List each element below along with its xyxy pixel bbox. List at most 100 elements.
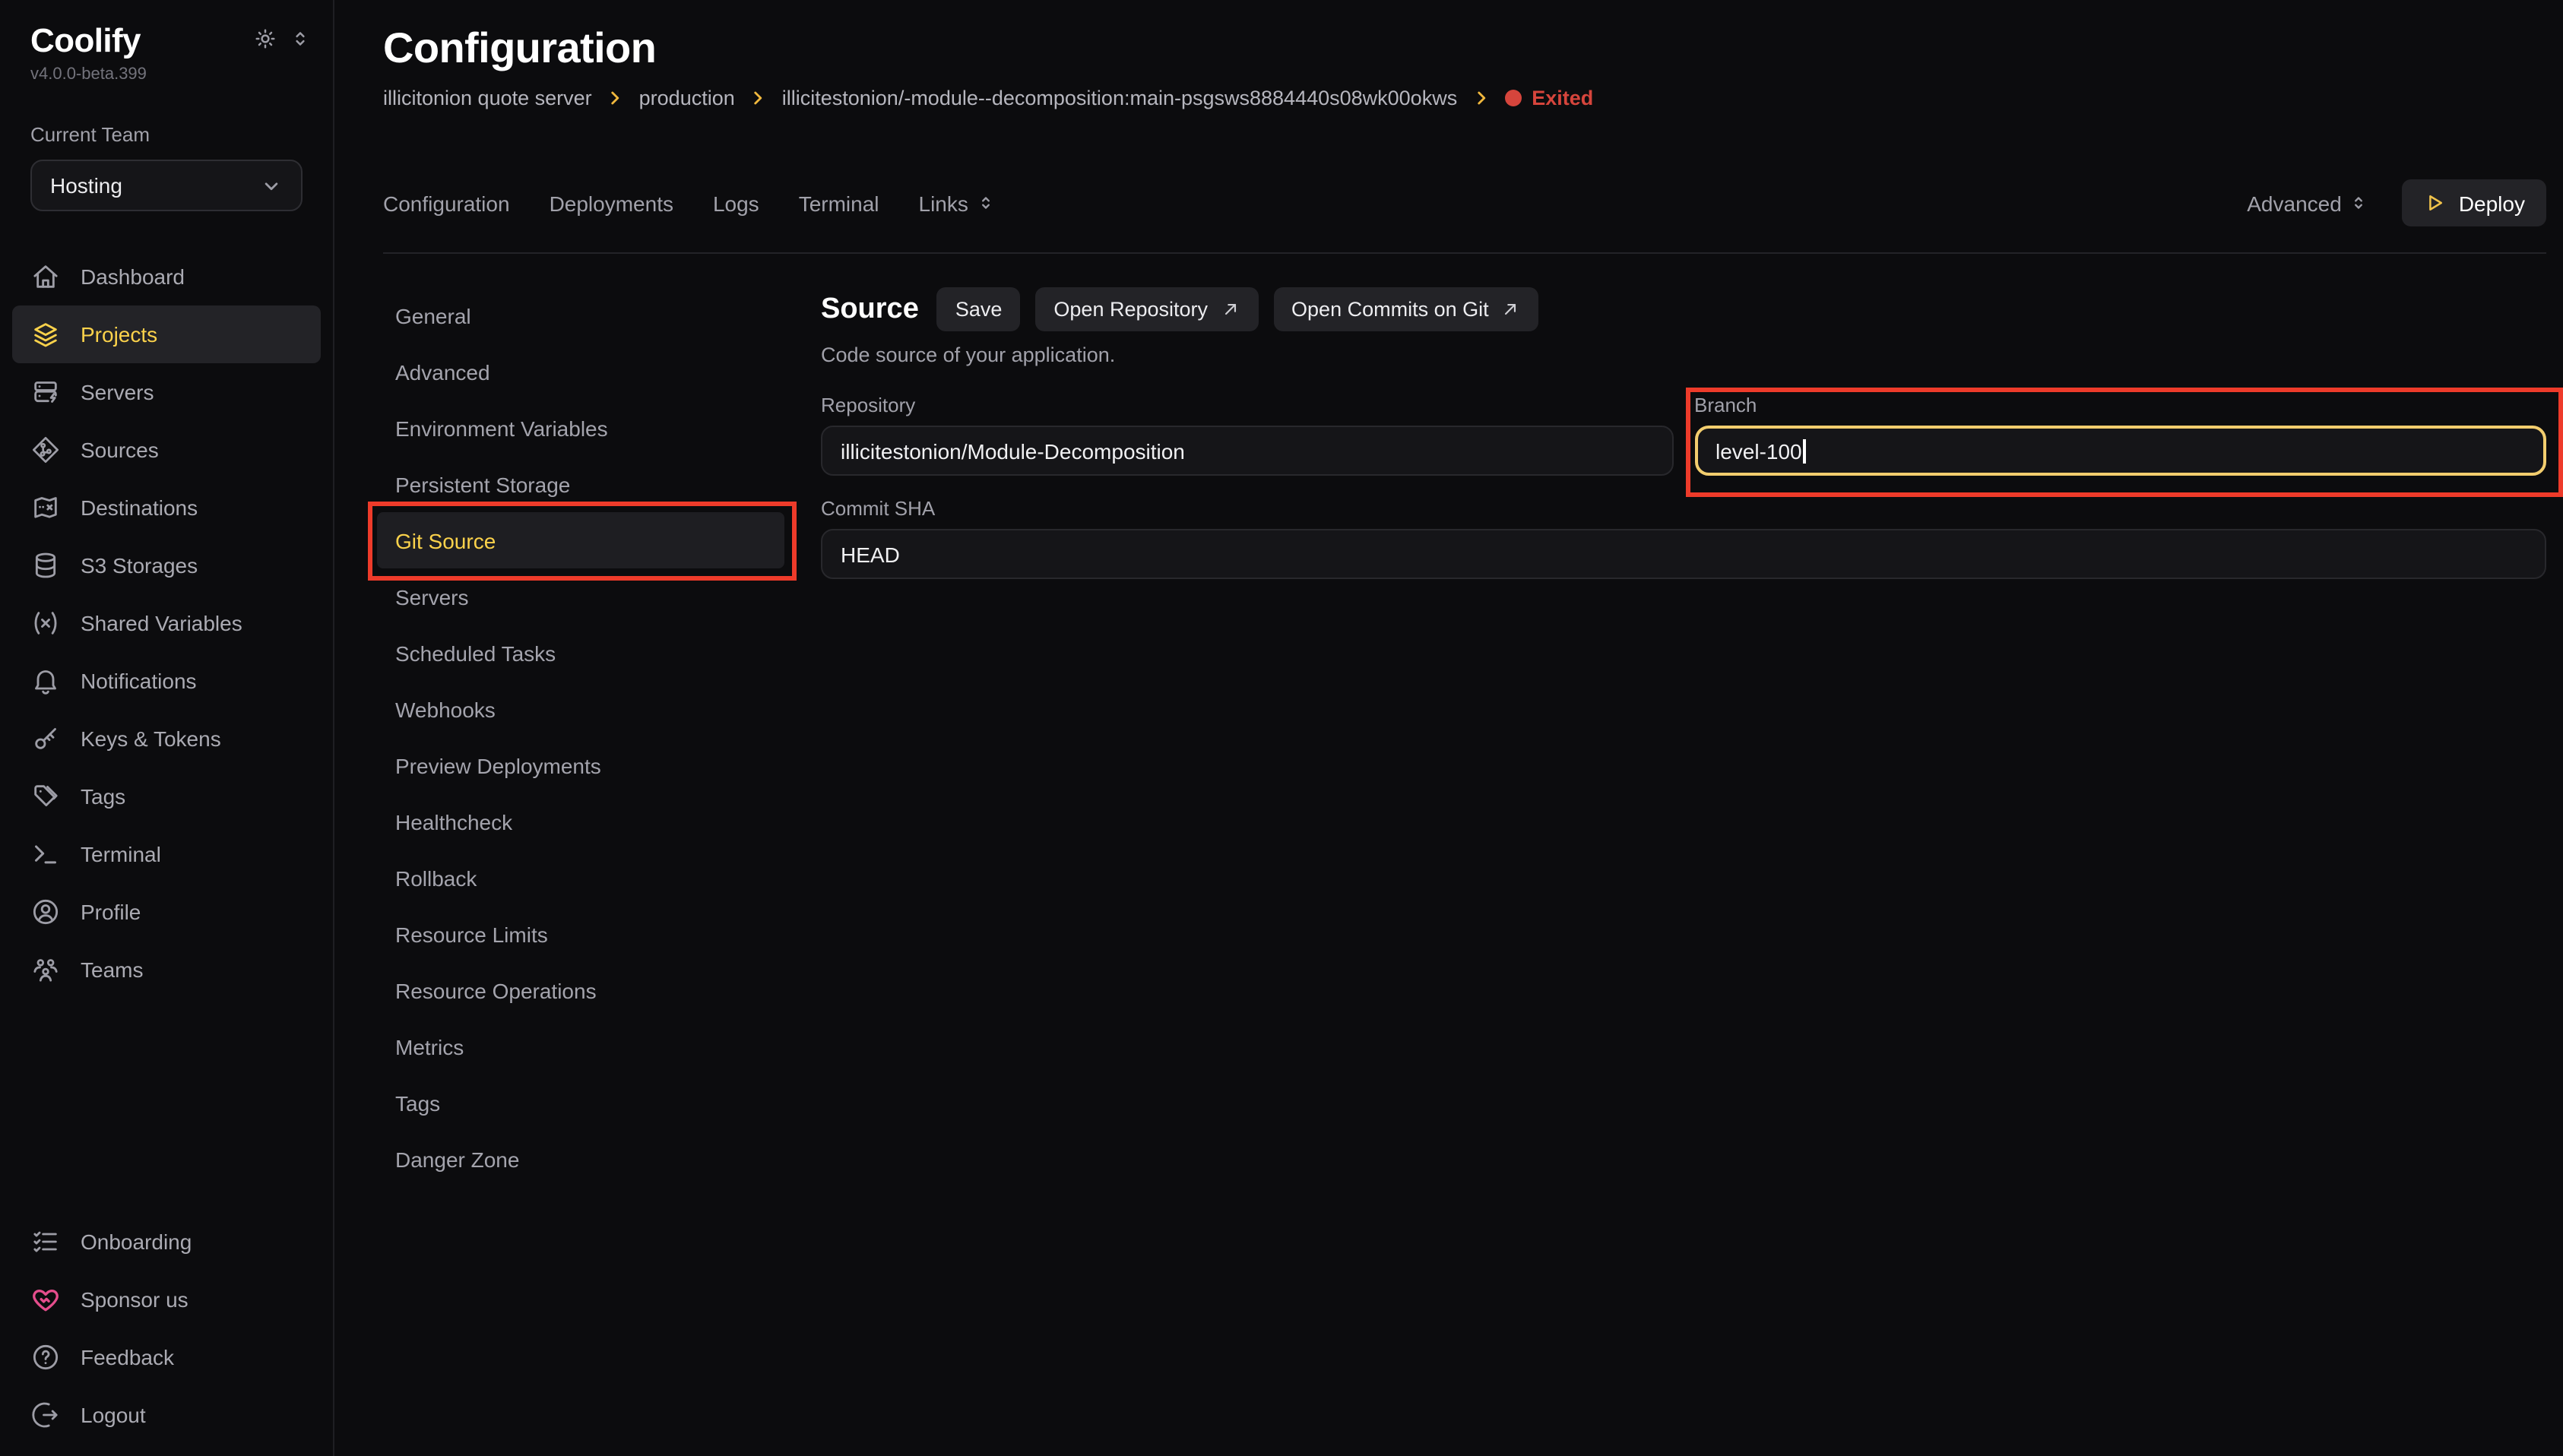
breadcrumb-application[interactable]: illicitestonion/-module--decomposition:m… (782, 87, 1457, 109)
status-label: Exited (1532, 87, 1593, 109)
sidebar-item-feedback[interactable]: Feedback (12, 1328, 321, 1386)
git-source-icon (30, 435, 61, 465)
page-title: Configuration (383, 24, 2546, 73)
config-menu-metrics[interactable]: Metrics (377, 1018, 784, 1075)
config-menu: General Advanced Environment Variables P… (377, 278, 784, 1187)
tabs-divider (383, 252, 2546, 254)
sidebar-item-projects[interactable]: Projects (12, 305, 321, 363)
sidebar: Coolify v4.0.0-beta.399 Current Team Hos… (0, 0, 334, 1456)
repository-label: Repository (821, 394, 1673, 416)
config-menu-danger-zone[interactable]: Danger Zone (377, 1131, 784, 1187)
sidebar-item-teams[interactable]: Teams (12, 941, 321, 999)
config-menu-git-source[interactable]: Git Source (377, 512, 784, 568)
sidebar-item-logout[interactable]: Logout (12, 1386, 321, 1444)
app-window: Coolify v4.0.0-beta.399 Current Team Hos… (0, 0, 2563, 1456)
chevron-right-icon (606, 88, 626, 108)
home-icon (30, 261, 61, 292)
selector-icon[interactable] (289, 27, 312, 50)
sidebar-footer-nav: Onboarding Sponsor us Feedback Logout (0, 1213, 333, 1444)
selector-icon (976, 193, 996, 213)
heart-icon (30, 1284, 61, 1315)
sidebar-item-destinations[interactable]: Destinations (12, 479, 321, 537)
sidebar-item-notifications[interactable]: Notifications (12, 652, 321, 710)
sidebar-item-shared-variables[interactable]: Shared Variables (12, 594, 321, 652)
sidebar-item-s3-storages[interactable]: S3 Storages (12, 537, 321, 594)
selector-icon (2349, 193, 2369, 213)
sidebar-item-onboarding[interactable]: Onboarding (12, 1213, 321, 1271)
current-team-label: Current Team (30, 123, 303, 146)
config-menu-preview-deployments[interactable]: Preview Deployments (377, 737, 784, 793)
key-icon (30, 723, 61, 754)
repository-input[interactable]: illicitestonion/Module-Decomposition (821, 426, 1673, 476)
deploy-button[interactable]: Deploy (2403, 179, 2546, 226)
variable-icon (30, 608, 61, 638)
config-menu-tags[interactable]: Tags (377, 1075, 784, 1131)
open-commits-button[interactable]: Open Commits on Git (1273, 287, 1539, 331)
chevron-down-icon (260, 174, 283, 197)
app-version: v4.0.0-beta.399 (0, 65, 333, 84)
breadcrumb-project[interactable]: illicitonion quote server (383, 87, 592, 109)
database-icon (30, 550, 61, 581)
checklist-icon (30, 1227, 61, 1257)
source-panel: Source Save Open Repository Open Commits… (821, 278, 2546, 1187)
sun-icon[interactable] (254, 27, 277, 50)
team-select[interactable]: Hosting (30, 160, 303, 211)
status-dot-icon (1504, 90, 1521, 106)
section-description: Code source of your application. (821, 343, 2546, 366)
config-menu-resource-limits[interactable]: Resource Limits (377, 906, 784, 962)
config-menu-advanced[interactable]: Advanced (377, 343, 784, 400)
commit-sha-field-group: Commit SHA HEAD (821, 497, 2546, 579)
tab-logs[interactable]: Logs (713, 191, 759, 215)
commit-sha-input[interactable]: HEAD (821, 529, 2546, 579)
config-menu-resource-operations[interactable]: Resource Operations (377, 962, 784, 1018)
config-menu-general[interactable]: General (377, 287, 784, 343)
advanced-menu[interactable]: Advanced (2247, 191, 2369, 215)
branch-label: Branch (1694, 394, 2546, 416)
tab-terminal[interactable]: Terminal (799, 191, 879, 215)
section-title: Source (821, 293, 919, 326)
external-link-icon (1220, 299, 1240, 319)
save-button[interactable]: Save (937, 287, 1021, 331)
breadcrumb: illicitonion quote server production ill… (383, 87, 2546, 109)
sidebar-item-terminal[interactable]: Terminal (12, 825, 321, 883)
status-badge: Exited (1504, 87, 1593, 109)
external-link-icon (1501, 299, 1521, 319)
team-select-value: Hosting (50, 173, 122, 198)
config-menu-persistent-storage[interactable]: Persistent Storage (377, 456, 784, 512)
sidebar-item-servers[interactable]: Servers (12, 363, 321, 421)
logout-icon (30, 1400, 61, 1430)
tag-icon (30, 781, 61, 812)
chevron-right-icon (1471, 88, 1491, 108)
repository-field-group: Repository illicitestonion/Module-Decomp… (821, 394, 1673, 476)
config-menu-scheduled-tasks[interactable]: Scheduled Tasks (377, 625, 784, 681)
sidebar-nav: Dashboard Projects Servers Sources Desti… (0, 248, 333, 999)
tab-deployments[interactable]: Deployments (550, 191, 673, 215)
branch-field-group: Branch level-100 (1694, 394, 2546, 476)
breadcrumb-environment[interactable]: production (639, 87, 735, 109)
sidebar-item-dashboard[interactable]: Dashboard (12, 248, 321, 305)
terminal-icon (30, 839, 61, 869)
tab-configuration[interactable]: Configuration (383, 191, 510, 215)
sidebar-item-tags[interactable]: Tags (12, 768, 321, 825)
help-icon (30, 1342, 61, 1372)
config-menu-servers[interactable]: Servers (377, 568, 784, 625)
commit-sha-label: Commit SHA (821, 497, 2546, 520)
branch-input[interactable]: level-100 (1694, 426, 2546, 476)
tabs-row: Configuration Deployments Logs Terminal … (383, 179, 2546, 226)
layers-icon (30, 319, 61, 350)
map-icon (30, 492, 61, 523)
sidebar-item-profile[interactable]: Profile (12, 883, 321, 941)
open-repository-button[interactable]: Open Repository (1035, 287, 1258, 331)
sidebar-item-sources[interactable]: Sources (12, 421, 321, 479)
text-cursor (1804, 438, 1806, 463)
chevron-right-icon (749, 88, 768, 108)
tab-links[interactable]: Links (919, 191, 996, 215)
config-menu-webhooks[interactable]: Webhooks (377, 681, 784, 737)
config-menu-healthcheck[interactable]: Healthcheck (377, 793, 784, 850)
config-menu-environment-variables[interactable]: Environment Variables (377, 400, 784, 456)
sidebar-item-keys-tokens[interactable]: Keys & Tokens (12, 710, 321, 768)
config-menu-rollback[interactable]: Rollback (377, 850, 784, 906)
main-area: Configuration illicitonion quote server … (334, 0, 2563, 1456)
bell-icon (30, 666, 61, 696)
sidebar-item-sponsor[interactable]: Sponsor us (12, 1271, 321, 1328)
